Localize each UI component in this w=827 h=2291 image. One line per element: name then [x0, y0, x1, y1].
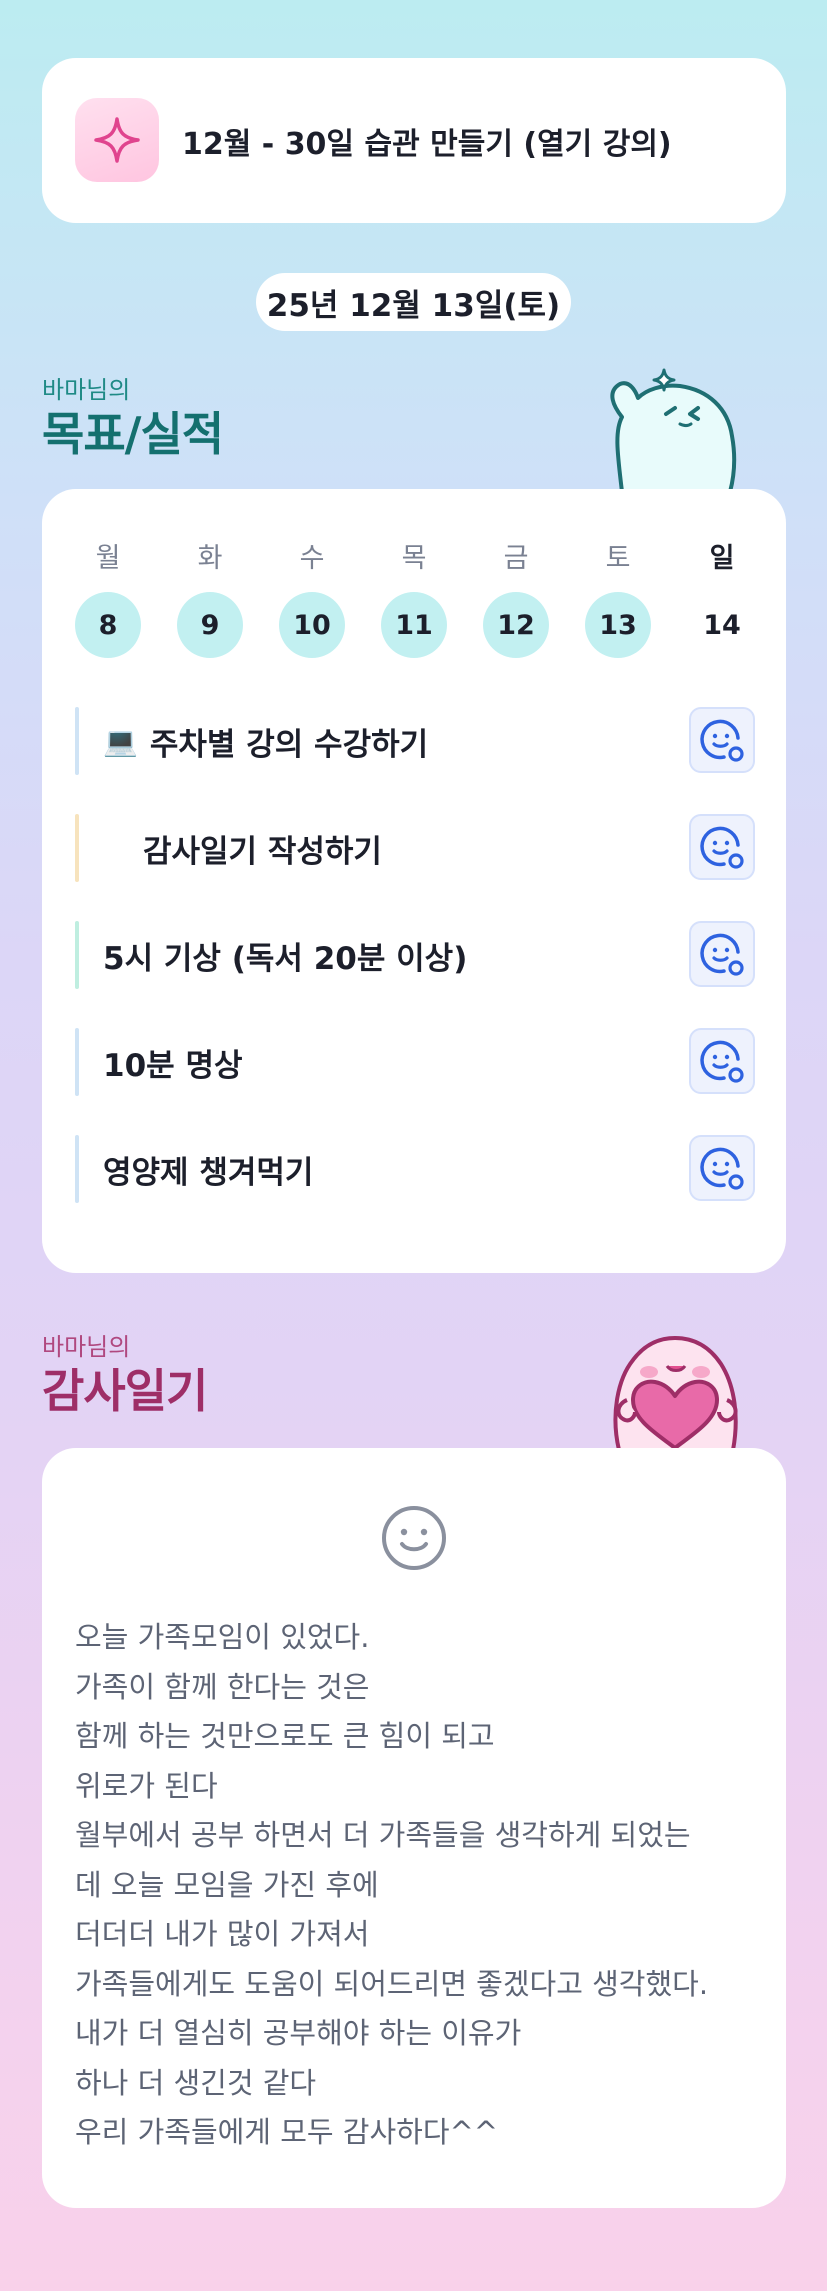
diary-section-title: 감사일기: [42, 1364, 208, 1418]
weekday-thu: 목 11: [381, 536, 447, 658]
diary-line: 가족이 함께 한다는 것은: [75, 1669, 370, 1704]
weekday-tue: 화 9: [177, 536, 243, 658]
habit-label: 10분 명상: [103, 1047, 243, 1084]
habit-label-row: 영양제 챙겨먹기: [103, 1135, 313, 1203]
heart-mascot-icon: [597, 1320, 757, 1454]
habit-color-bar: [75, 1135, 79, 1203]
diary-entry-text: 오늘 가족모임이 있었다. 가족이 함께 한다는 것은 함께 하는 것만으로도 …: [75, 1613, 765, 2158]
diary-line: 가족들에게도 도움이 되어드리면 좋겠다고 생각했다.: [75, 1966, 709, 2001]
weekday-wed: 수 10: [279, 536, 345, 658]
gratitude-diary-card: 오늘 가족모임이 있었다. 가족이 함께 한다는 것은 함께 하는 것만으로도 …: [42, 1448, 786, 2208]
course-title: 12월 - 30일 습관 만들기 (열기 강의): [182, 126, 672, 162]
date-pill[interactable]: 25년 12월 13일(토): [256, 273, 571, 331]
mood-check-button[interactable]: [689, 707, 755, 773]
weekday-fri: 금 12: [483, 536, 549, 658]
ghost-mascot-icon: [592, 362, 752, 496]
smile-add-icon: [700, 719, 744, 762]
day-number[interactable]: 12: [483, 592, 549, 658]
habit-label-row: 💻 주차별 강의 수강하기: [103, 707, 428, 775]
day-number[interactable]: 9: [177, 592, 243, 658]
weekday-mon: 월 8: [75, 536, 141, 658]
week-calendar: 월 8 화 9 수 10 목 11 금 12 토 13 일 14: [75, 536, 755, 658]
weekday-label: 금: [503, 543, 529, 574]
habit-label: 주차별 강의 수강하기: [149, 726, 429, 763]
diary-line: 데 오늘 모임을 가진 후에: [75, 1867, 379, 1902]
day-number[interactable]: 11: [381, 592, 447, 658]
smile-add-icon: [700, 933, 744, 976]
weekday-label: 수: [299, 543, 325, 574]
weekday-label: 화: [197, 543, 223, 574]
day-number[interactable]: 14: [689, 592, 755, 658]
course-header-card: 12월 - 30일 습관 만들기 (열기 강의): [42, 58, 786, 223]
goals-card: 월 8 화 9 수 10 목 11 금 12 토 13 일 14 💻 주차별 강…: [42, 489, 786, 1273]
mood-check-button[interactable]: [689, 814, 755, 880]
habit-label-row: 감사일기 작성하기: [143, 814, 382, 882]
weekday-sun: 일 14: [689, 536, 755, 641]
habit-color-bar: [75, 707, 79, 775]
smile-face-icon[interactable]: [380, 1504, 448, 1572]
diary-line: 위로가 된다: [75, 1768, 218, 1803]
habit-color-bar: [75, 1028, 79, 1096]
sparkle-icon: [75, 98, 159, 182]
diary-line: 오늘 가족모임이 있었다.: [75, 1620, 370, 1654]
habit-label: 감사일기 작성하기: [143, 833, 382, 870]
day-number[interactable]: 8: [75, 592, 141, 658]
habit-item[interactable]: 영양제 챙겨먹기: [75, 1135, 755, 1203]
smile-add-icon: [700, 1040, 744, 1083]
day-number[interactable]: 10: [279, 592, 345, 658]
habit-label-row: 5시 기상 (독서 20분 이상): [103, 921, 467, 989]
weekday-label: 일: [709, 543, 735, 574]
mood-check-button[interactable]: [689, 1028, 755, 1094]
laptop-icon: 💻: [103, 724, 138, 758]
mood-check-button[interactable]: [689, 1135, 755, 1201]
habit-color-bar: [75, 814, 79, 882]
habit-color-bar: [75, 921, 79, 989]
diary-line: 우리 가족들에게 모두 감사하다^^: [75, 2115, 499, 2149]
goals-section-title: 목표/실적: [42, 407, 224, 461]
mood-check-button[interactable]: [689, 921, 755, 987]
diary-line: 더더더 내가 많이 가져서: [75, 1917, 370, 1951]
smile-add-icon: [700, 826, 744, 869]
weekday-label: 월: [95, 543, 121, 574]
habit-item[interactable]: 💻 주차별 강의 수강하기: [75, 707, 755, 775]
habit-item[interactable]: 감사일기 작성하기: [75, 814, 755, 882]
habit-label: 영양제 챙겨먹기: [103, 1154, 314, 1191]
diary-line: 내가 더 열심히 공부해야 하는 이유가: [75, 2016, 522, 2050]
weekday-label: 토: [605, 543, 631, 574]
diary-line: 월부에서 공부 하면서 더 가족들을 생각하게 되었는: [75, 1818, 691, 1852]
habit-item[interactable]: 5시 기상 (독서 20분 이상): [75, 921, 755, 989]
habit-label: 5시 기상 (독서 20분 이상): [103, 940, 468, 977]
habit-item[interactable]: 10분 명상: [75, 1028, 755, 1096]
day-number[interactable]: 13: [585, 592, 651, 658]
weekday-label: 목: [401, 543, 427, 574]
diary-line: 함께 하는 것만으로도 큰 힘이 되고: [75, 1719, 495, 1753]
diary-line: 하나 더 생긴것 같다: [75, 2065, 317, 2100]
weekday-sat: 토 13: [585, 536, 651, 658]
habit-label-row: 10분 명상: [103, 1028, 243, 1096]
smile-add-icon: [700, 1147, 744, 1190]
